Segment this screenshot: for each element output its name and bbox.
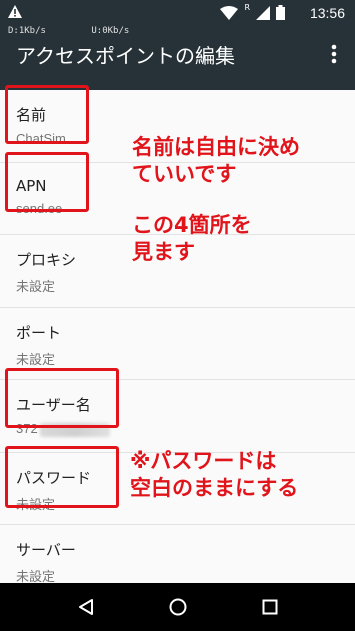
network-speed: D:1Kb/s U:0Kb/s (8, 26, 169, 36)
upload-speed: U:0Kb/s (91, 26, 130, 36)
setting-port[interactable]: ポート 未設定 (0, 308, 355, 380)
annotation-line: 空白のままにする (130, 476, 299, 500)
setting-value: 未設定 (16, 351, 56, 367)
app-bar: D:1Kb/s U:0Kb/s アクセスポイントの編集 (0, 26, 355, 90)
annotation-line: 名前は自由に決め (132, 135, 300, 159)
signal-icon (256, 5, 270, 20)
wifi-icon (220, 5, 239, 20)
annotation-name-note: 名前は自由に決め ていいです (132, 134, 300, 188)
setting-label: サーバー (16, 541, 76, 559)
setting-username[interactable]: ユーザー名 372 (0, 380, 355, 453)
back-icon[interactable] (77, 598, 95, 616)
setting-label: 名前 (16, 106, 47, 124)
page-title: アクセスポイントの編集 (16, 44, 235, 68)
annotation-line: この4箇所を (132, 213, 252, 237)
redacted-blur (39, 422, 110, 437)
setting-label: ユーザー名 (16, 396, 91, 414)
setting-label: ポート (16, 323, 62, 342)
download-speed: D:1Kb/s (8, 26, 46, 36)
username-value: 372 (16, 421, 38, 436)
status-bar: R 13:56 (0, 0, 355, 26)
annotation-line: 見ます (132, 240, 195, 264)
home-icon[interactable] (168, 597, 188, 617)
annotation-password-note: ※パスワードは 空白のままにする (130, 448, 298, 502)
annotation-line: ※パスワードは (130, 449, 277, 473)
warning-icon (8, 5, 22, 18)
recents-icon[interactable] (262, 599, 278, 615)
status-time: 13:56 (309, 5, 345, 21)
roaming-indicator: R (244, 3, 250, 12)
setting-value: 372 (16, 421, 355, 437)
setting-value: 未設定 (16, 279, 56, 294)
battery-icon (276, 5, 285, 20)
status-icons: R (220, 3, 285, 20)
navigation-bar (0, 583, 355, 631)
annotation-four-fields-note: この4箇所を 見ます (132, 212, 252, 266)
more-vert-icon[interactable] (331, 44, 337, 64)
annotation-line: ていいです (132, 162, 237, 186)
